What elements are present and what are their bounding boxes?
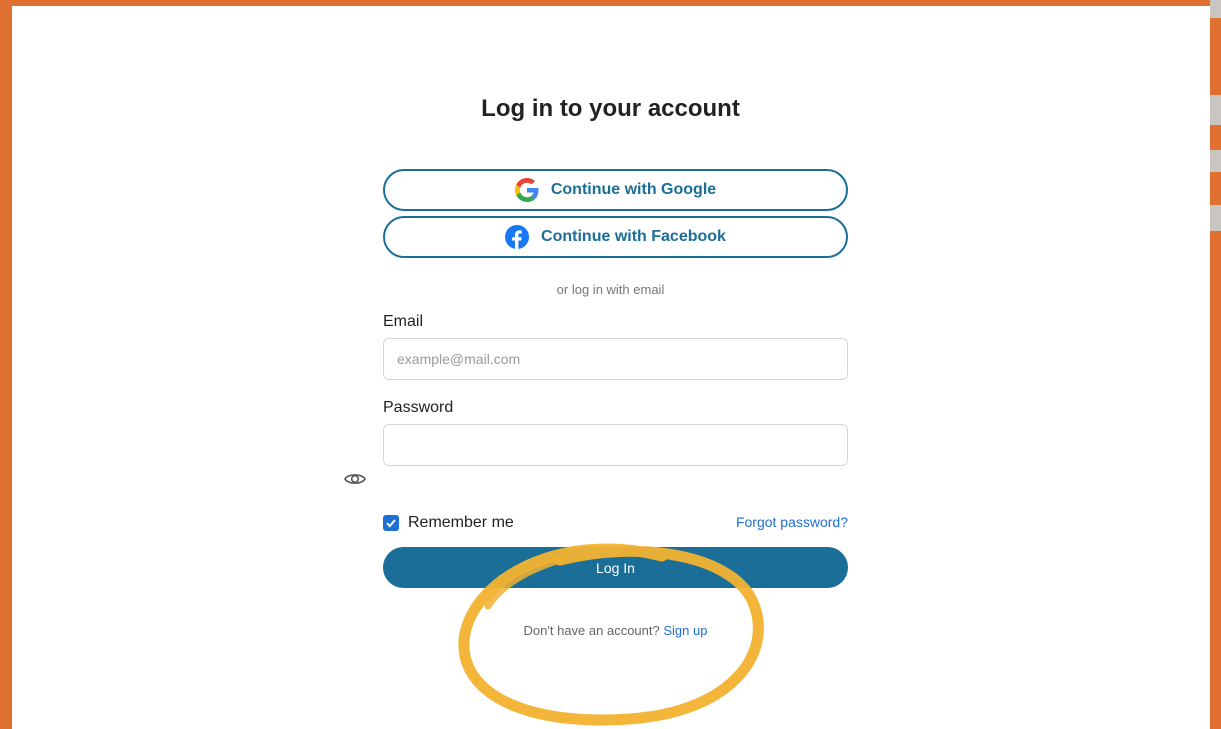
edge-slat [1210, 150, 1221, 172]
remember-me-checkbox[interactable] [383, 515, 399, 531]
email-label: Email [383, 313, 424, 330]
facebook-button-label: Continue with Facebook [541, 228, 726, 245]
login-button[interactable]: Log In [383, 547, 848, 588]
remember-me-label: Remember me [408, 514, 514, 531]
continue-with-facebook-button[interactable]: Continue with Facebook [383, 216, 848, 258]
signup-prompt-text: Don't have an account? [523, 623, 660, 638]
password-label: Password [383, 399, 454, 416]
eye-icon[interactable] [343, 467, 367, 491]
page-title: Log in to your account [481, 95, 740, 122]
remember-me: Remember me [383, 514, 514, 532]
email-field[interactable] [383, 338, 848, 380]
google-button-label: Continue with Google [550, 181, 717, 198]
edge-slat [1210, 0, 1221, 18]
signup-link[interactable]: Sign up [663, 623, 707, 638]
edge-slat [1210, 205, 1221, 231]
continue-with-google-button[interactable]: Continue with Google [383, 169, 848, 211]
signup-prompt: Don't have an account? Sign up [0, 623, 1221, 638]
password-field[interactable] [383, 424, 848, 466]
google-icon [514, 178, 539, 202]
forgot-password-link[interactable]: Forgot password? [736, 514, 848, 530]
checkmark-icon [386, 519, 396, 528]
facebook-icon [505, 225, 530, 249]
email-divider-text: or log in with email [556, 282, 665, 297]
